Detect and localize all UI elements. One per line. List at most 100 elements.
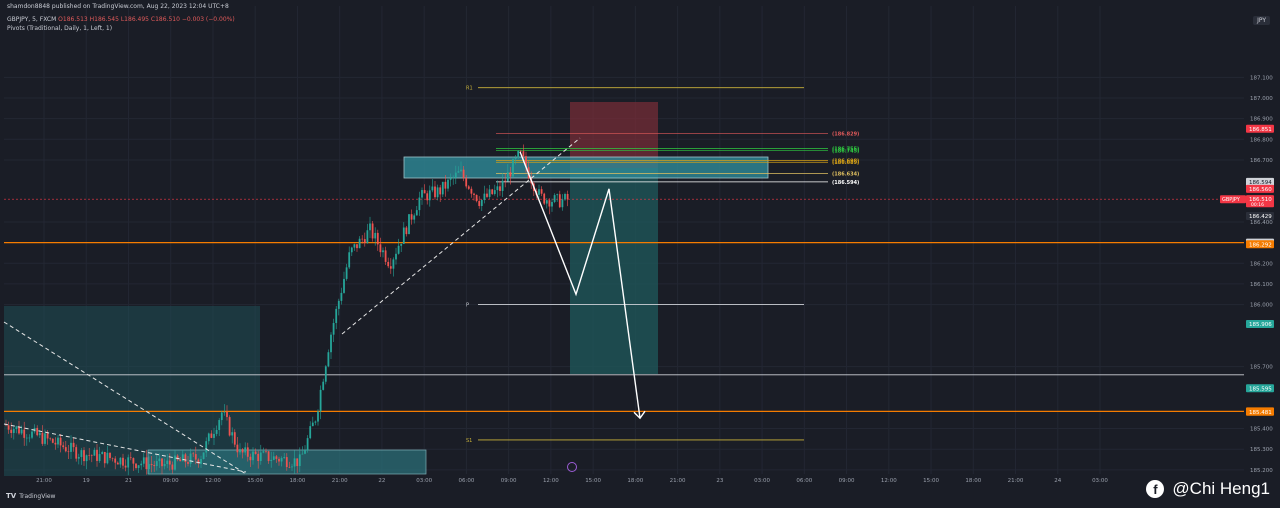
candle-body (343, 278, 345, 293)
candle-body (119, 457, 122, 465)
candle-body (15, 426, 18, 430)
pivot-label-p: P (466, 303, 469, 309)
candle-body (470, 188, 473, 194)
candle-body (106, 452, 109, 464)
candle-body (124, 465, 127, 468)
candle-body (228, 417, 231, 436)
price-tick-label: 185.400 (1250, 427, 1273, 433)
indicator-legend[interactable]: Pivots (Traditional, Daily, 1, Left, 1) (7, 25, 112, 32)
price-tick-label: 186.200 (1250, 261, 1273, 267)
price-tick-label: 186.800 (1250, 137, 1273, 143)
candle-body (259, 452, 262, 462)
candle-body (413, 215, 416, 220)
price-tick-label: 187.100 (1250, 75, 1273, 81)
price-tick-label: 185.700 (1250, 365, 1273, 371)
candle-body (506, 172, 509, 182)
symbol-info[interactable]: GBPJPY, 5, FXCM O186.513 H186.545 L186.4… (7, 16, 235, 23)
candle-body (205, 441, 208, 453)
candle-body (558, 194, 561, 208)
level-label: (186.594) (832, 180, 859, 186)
symbol-text: GBPJPY, 5, FXCM (7, 16, 57, 23)
candle-body (168, 460, 171, 465)
candle-body (454, 172, 457, 178)
price-label-text: 185.595 (1249, 386, 1272, 392)
time-tick-label: 15:00 (923, 478, 939, 484)
candle-body (293, 458, 296, 467)
candle-body (148, 464, 150, 470)
candle-body (366, 230, 369, 244)
chart-canvas[interactable]: R1PS1(186.829)(186.755)(186.745)(186.698… (0, 0, 1280, 504)
tradingview-logo-icon: TV (6, 492, 17, 500)
candle-body (265, 451, 267, 452)
price-tick-label: 186.100 (1250, 282, 1273, 288)
candle-body (223, 411, 226, 413)
currency-badge[interactable]: JPY (1253, 16, 1270, 25)
candle-body (504, 180, 507, 182)
candle-body (67, 451, 70, 452)
candle-body (319, 389, 322, 412)
candle-body (361, 238, 364, 240)
candle-body (38, 432, 41, 436)
candle-body (163, 463, 166, 467)
candle-body (137, 465, 140, 469)
candle-body (465, 178, 468, 187)
candle-body (140, 463, 143, 466)
candle-body (382, 250, 384, 253)
candle-body (402, 227, 405, 244)
candle-body (322, 381, 325, 390)
candle-body (46, 433, 49, 439)
candle-body (434, 186, 436, 198)
candle-body (20, 429, 23, 434)
price-label-text: 186.560 (1249, 187, 1272, 193)
candle-body (332, 322, 335, 335)
candle-body (379, 244, 382, 253)
time-tick-label: 06:00 (458, 478, 474, 484)
candle-body (210, 433, 213, 438)
candle-body (116, 462, 119, 465)
author-watermark: f @Chi Heng1 (1146, 479, 1270, 499)
candle-body (441, 181, 444, 195)
time-tick-label: 19 (83, 478, 90, 484)
watermark-text: @Chi Heng1 (1172, 479, 1270, 498)
candle-body (272, 456, 275, 460)
candle-body (239, 449, 241, 453)
candle-body (473, 193, 475, 195)
candle-body (122, 457, 124, 466)
time-tick-label: 18:00 (627, 478, 643, 484)
time-tick-label: 03:00 (754, 478, 770, 484)
candle-body (88, 455, 91, 456)
ohlc-values: O186.513 H186.545 L186.495 C186.510 −0.0… (58, 16, 235, 23)
candle-body (356, 244, 358, 249)
candle-body (501, 180, 504, 191)
candle-body (415, 210, 418, 216)
candle-body (28, 437, 31, 439)
candle-body (467, 186, 470, 189)
time-tick-label: 06:00 (796, 478, 812, 484)
candle-body (153, 465, 156, 467)
candle-body (142, 457, 145, 464)
candle-body (54, 442, 57, 445)
price-tick-label: 185.300 (1250, 447, 1273, 453)
candle-body (111, 458, 114, 459)
time-tick-label: 12:00 (881, 478, 897, 484)
candle-body (457, 171, 460, 173)
candle-body (340, 292, 343, 301)
candle-body (72, 442, 75, 448)
candle-body (317, 411, 319, 422)
candle-body (400, 243, 403, 246)
candle-body (478, 201, 481, 206)
tradingview-brand[interactable]: TV TradingView (6, 492, 55, 500)
candle-body (395, 253, 397, 260)
candle-body (556, 194, 559, 196)
price-tick-label: 186.700 (1250, 158, 1273, 164)
candle-body (103, 451, 106, 464)
candle-body (249, 456, 252, 461)
candle-body (543, 193, 546, 204)
candle-body (280, 458, 283, 462)
time-tick-label: 09:00 (839, 478, 855, 484)
chart-area[interactable]: R1 P S1 (186.829) (186.755) (186.745) (186.698… (0, 0, 1280, 504)
candle-body (392, 259, 395, 269)
price-label-text: 186.429 (1249, 214, 1272, 220)
candle-body (202, 452, 205, 460)
candle-body (428, 190, 431, 201)
